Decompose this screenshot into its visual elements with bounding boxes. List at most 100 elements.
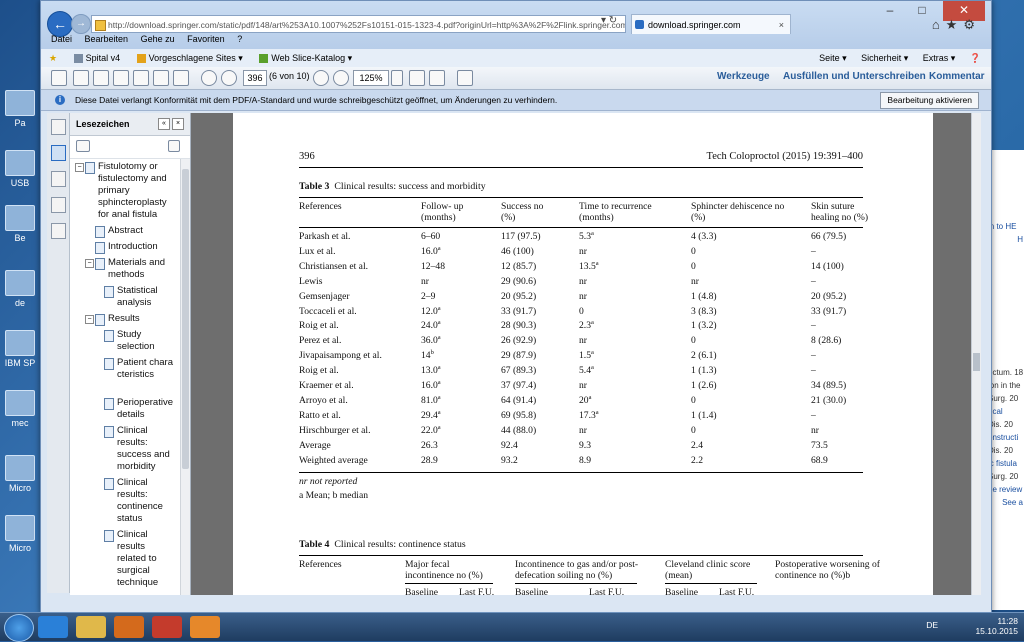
bookmark-item[interactable]: Study selection xyxy=(104,329,177,353)
desktop-icon[interactable]: Be xyxy=(2,205,38,243)
save-icon[interactable] xyxy=(133,70,149,86)
menu-favoriten[interactable]: Favoriten xyxy=(187,34,225,44)
media-player-taskbar-icon[interactable] xyxy=(114,616,144,638)
bookmark-item[interactable]: − Fistulotomy or fistulectomy and primary… xyxy=(75,161,178,221)
help-icon[interactable]: ❓ xyxy=(970,53,981,63)
bookmark-item[interactable]: Patient characteristics xyxy=(104,357,175,381)
bookmark-item[interactable]: − Results xyxy=(85,313,178,326)
pdf-scrollbar[interactable] xyxy=(971,113,981,595)
extras-menu[interactable]: Extras ▾ xyxy=(923,53,956,63)
start-button[interactable] xyxy=(4,614,34,642)
table-cell: 34 (89.5) xyxy=(811,380,847,391)
edit-icon[interactable] xyxy=(93,70,109,86)
zoom-out-icon[interactable] xyxy=(313,70,329,86)
favorites-star-icon[interactable]: ★ xyxy=(49,49,57,67)
page-up-icon[interactable] xyxy=(201,70,217,86)
fit-page-icon[interactable] xyxy=(409,70,425,86)
bookmark-item[interactable]: Clinical results related to surgical tec… xyxy=(104,529,175,589)
fill-sign-button[interactable]: Ausfüllen und Unterschreiben xyxy=(783,71,926,82)
table-cell: 33 (91.7) xyxy=(811,305,847,317)
attachments-icon[interactable] xyxy=(51,171,66,187)
bookmark-item[interactable]: Statistical analysis xyxy=(104,285,177,309)
zoom-in-icon[interactable] xyxy=(333,70,349,86)
table-cell: nr xyxy=(579,290,587,302)
home-favorites-settings-icons[interactable]: ⌂★⚙ xyxy=(932,17,981,33)
table-cell: nr xyxy=(421,275,429,287)
menu-bearbeiten[interactable]: Bearbeiten xyxy=(85,34,129,44)
info-message: Diese Datei verlangt Konformität mit dem… xyxy=(75,95,558,105)
powerpoint-taskbar-icon[interactable] xyxy=(152,616,182,638)
menu-gehe-zu[interactable]: Gehe zu xyxy=(141,34,175,44)
desktop-icon[interactable]: IBM SP xyxy=(2,330,38,368)
minimize-button[interactable]: – xyxy=(875,1,905,21)
page-count: (6 von 10) xyxy=(269,71,310,81)
table-cell: 20 (95.2) xyxy=(501,290,537,302)
table-cell: nr xyxy=(579,335,587,347)
sicherheit-menu[interactable]: Sicherheit ▾ xyxy=(861,53,908,63)
favorite-spital[interactable]: Spital v4 xyxy=(73,49,120,67)
menu-datei[interactable]: Datei xyxy=(51,34,72,44)
expand-bookmark-icon[interactable] xyxy=(168,140,180,152)
pages-icon[interactable] xyxy=(51,119,66,135)
bookmark-item[interactable]: Clinical results: continence status xyxy=(104,477,175,525)
werkzeuge-button[interactable]: Werkzeuge xyxy=(717,71,770,82)
bookmarks-icon[interactable] xyxy=(51,145,66,161)
collapse-panel-icon[interactable]: « xyxy=(158,118,170,130)
fit-width-icon[interactable] xyxy=(429,70,445,86)
table4-header: Incontinence to gas and/or post-defecati… xyxy=(515,559,639,581)
desktop-icon[interactable]: Pa xyxy=(2,90,38,128)
bookmark-item[interactable]: Introduction xyxy=(95,241,178,254)
table-cell: 0 xyxy=(691,335,696,347)
system-tray[interactable]: DE 11:28 15.10.2015 xyxy=(926,616,1018,636)
comment-button[interactable]: Kommentar xyxy=(929,71,985,82)
outlook-taskbar-icon[interactable] xyxy=(190,616,220,638)
ie-taskbar-icon[interactable] xyxy=(38,616,68,638)
table-cell: 0 xyxy=(691,424,696,436)
fullscreen-icon[interactable] xyxy=(457,70,473,86)
table-row-reference: Hirschburger et al. xyxy=(299,424,371,436)
layers-icon[interactable] xyxy=(51,197,66,213)
table3-header: Follow- up (months) xyxy=(421,201,464,223)
address-tools[interactable]: ▾ ↻ xyxy=(601,15,617,26)
bookmarks-scrollbar[interactable] xyxy=(180,159,190,595)
table-cell: 36.0a xyxy=(421,334,441,347)
email-icon[interactable] xyxy=(173,70,189,86)
forward-button[interactable]: → xyxy=(71,14,91,34)
address-bar[interactable]: http://download.springer.com/static/pdf/… xyxy=(91,15,626,33)
enable-editing-button[interactable]: Bearbeitung aktivieren xyxy=(880,92,979,109)
seite-menu[interactable]: Seite ▾ xyxy=(819,53,847,63)
table-cell: nr xyxy=(579,245,587,257)
table-cell: 33 (91.7) xyxy=(501,305,537,317)
table4-subrule xyxy=(515,583,637,584)
desktop-icon[interactable]: de xyxy=(2,270,38,308)
create-pdf-icon[interactable] xyxy=(51,70,67,86)
zoom-input[interactable]: 125% xyxy=(353,70,389,86)
options-icon[interactable] xyxy=(76,140,90,152)
desktop-icon[interactable]: USB xyxy=(2,150,38,188)
export-icon[interactable] xyxy=(73,70,89,86)
favorite-vorgeschlagene-sites[interactable]: Vorgeschlagene Sites ▾ xyxy=(136,49,243,67)
browser-tab[interactable]: download.springer.com × xyxy=(631,14,791,34)
cloud-icon[interactable] xyxy=(113,70,129,86)
favorite-web-slice[interactable]: Web Slice-Katalog ▾ xyxy=(259,49,352,67)
language-indicator[interactable]: DE xyxy=(926,620,938,630)
desktop-icon[interactable]: Micro xyxy=(2,515,38,553)
table-row-reference: Roig et al. xyxy=(299,365,339,377)
close-tab-icon[interactable]: × xyxy=(779,15,784,35)
pdf-viewer[interactable]: 396 Tech Coloproctol (2015) 19:391–400 T… xyxy=(191,113,981,595)
bookmark-item[interactable]: Abstract xyxy=(95,225,178,238)
explorer-taskbar-icon[interactable] xyxy=(76,616,106,638)
zoom-dropdown-icon[interactable] xyxy=(391,70,403,86)
bookmark-item[interactable]: − Materials and methods xyxy=(85,257,178,281)
desktop-icon[interactable]: Micro xyxy=(2,455,38,493)
print-icon[interactable] xyxy=(153,70,169,86)
menu-help[interactable]: ? xyxy=(237,34,242,44)
bookmark-item[interactable]: Perioperative details xyxy=(104,397,177,421)
page-down-icon[interactable] xyxy=(221,70,237,86)
page-number-input[interactable]: 396 xyxy=(243,70,267,86)
desktop-icon[interactable]: mec xyxy=(2,390,38,428)
close-panel-icon[interactable]: × xyxy=(172,118,184,130)
signatures-icon[interactable] xyxy=(51,223,66,239)
bookmark-item[interactable]: Clinical results: success and morbidity xyxy=(104,425,175,473)
table-cell: nr xyxy=(579,275,587,287)
